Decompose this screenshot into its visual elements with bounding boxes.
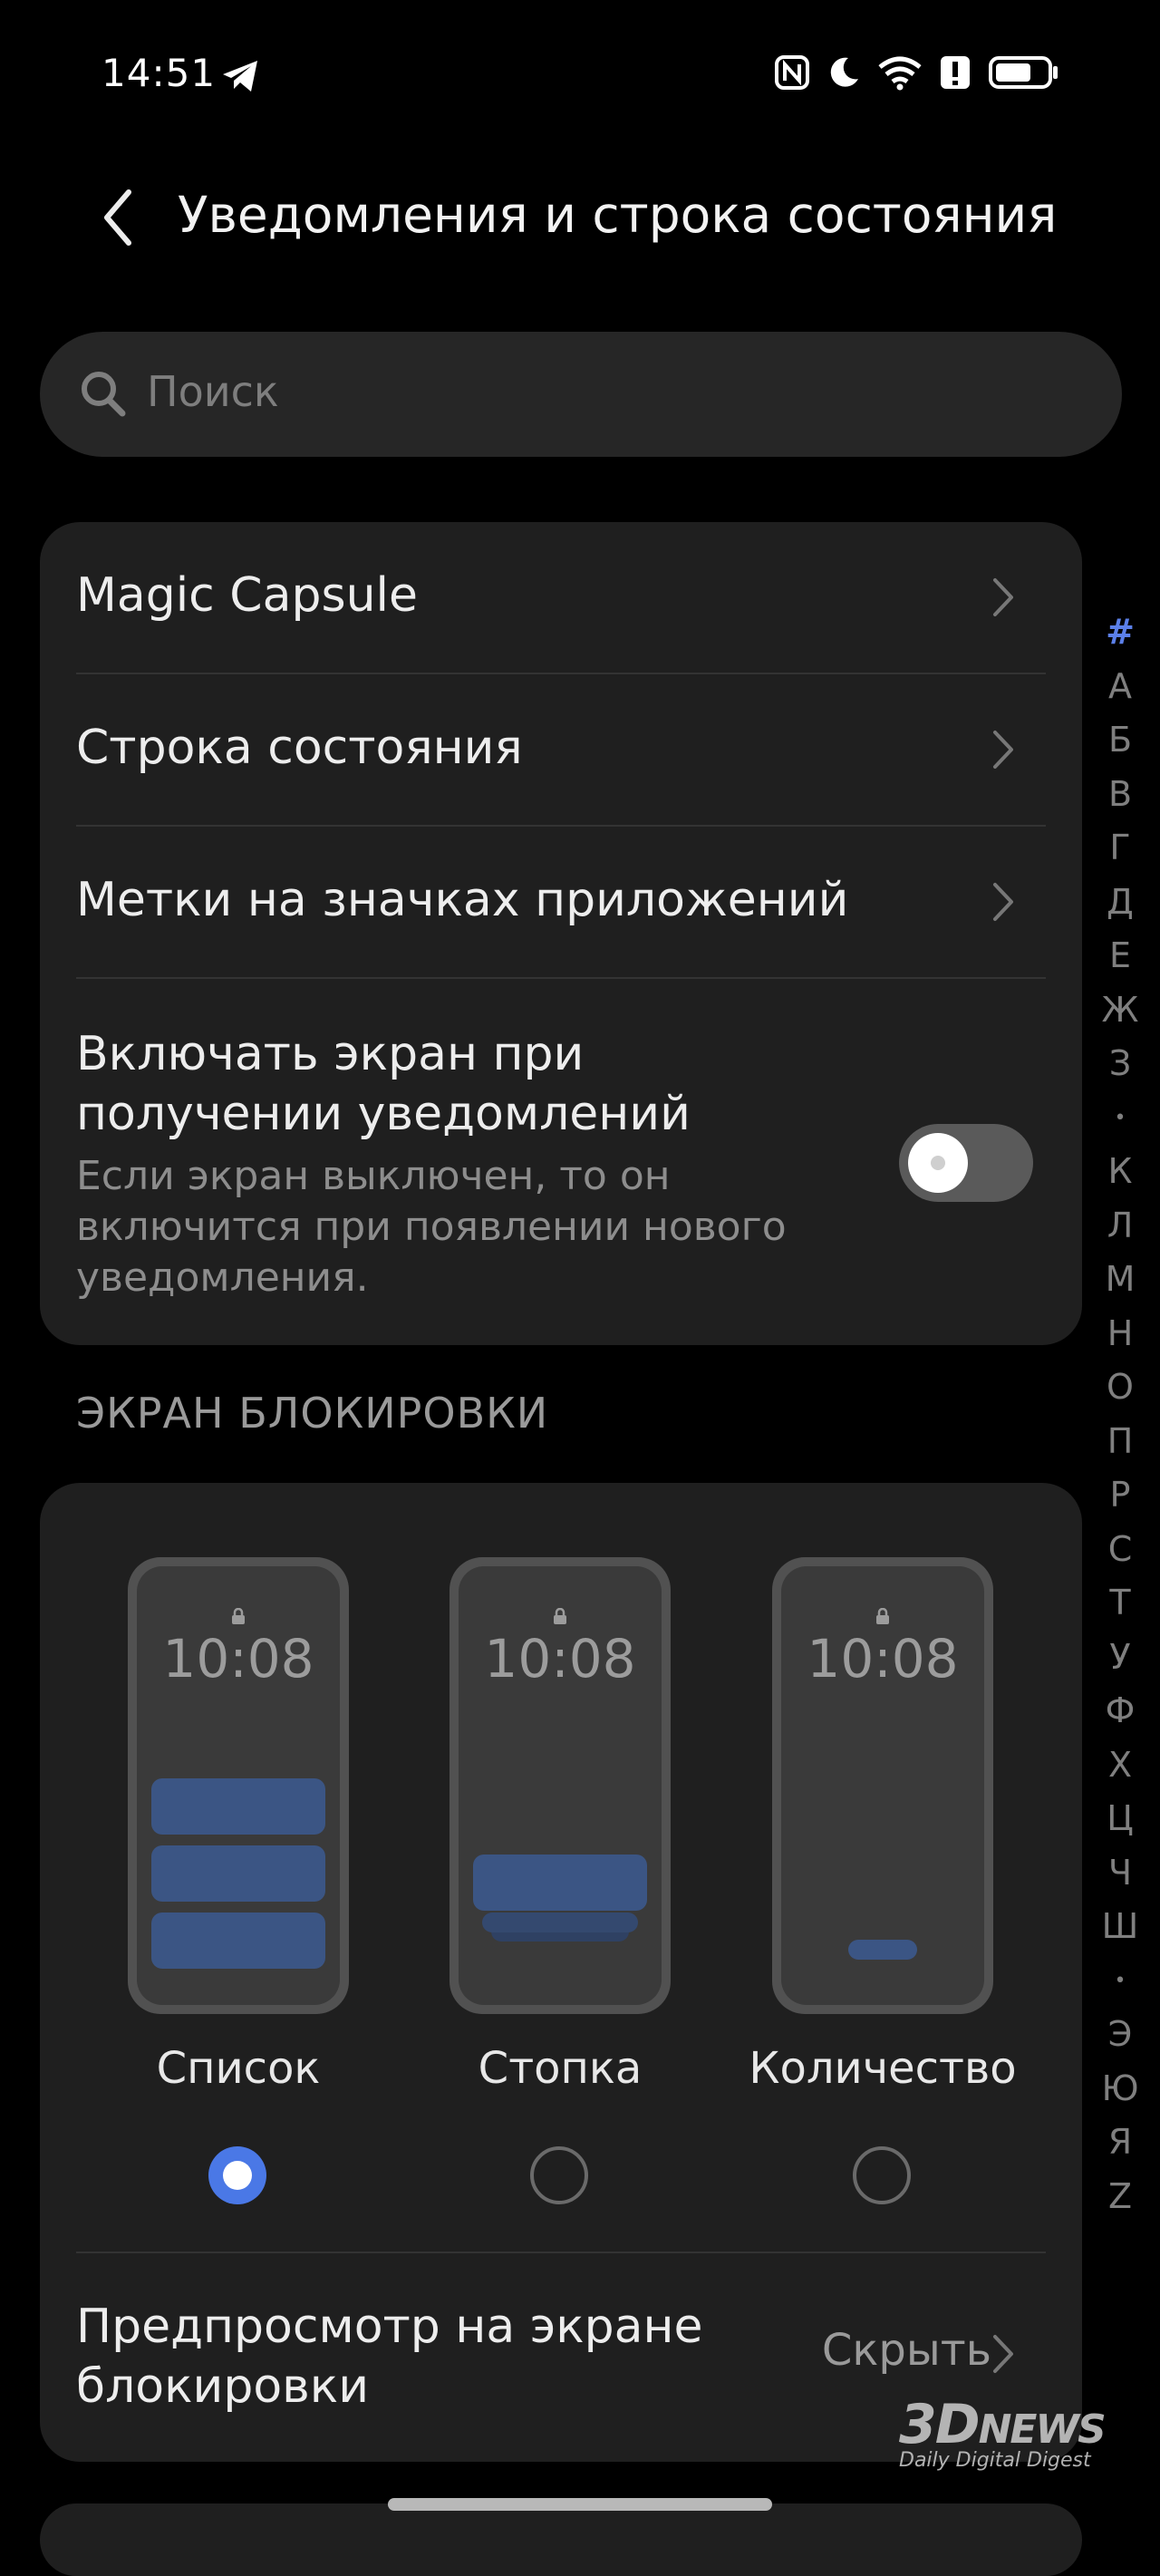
lock-screen-preview-value[interactable]: Скрыть — [822, 2325, 991, 2376]
index-letter[interactable]: Г — [1095, 821, 1146, 876]
lock-icon — [232, 1608, 245, 1624]
preview-time: 10:08 — [807, 1628, 959, 1690]
index-letter[interactable]: В — [1095, 768, 1146, 822]
watermark-suffix: NEWS — [978, 2407, 1107, 2453]
notification-card — [151, 1778, 325, 1835]
preview-time: 10:08 — [484, 1628, 636, 1690]
stack-style-preview[interactable]: 10:08 — [450, 1557, 671, 2014]
index-letter[interactable]: Т — [1095, 1576, 1146, 1631]
home-indicator[interactable] — [388, 2498, 772, 2511]
chevron-right-icon — [991, 881, 1015, 926]
radio-stack[interactable] — [530, 2146, 588, 2204]
index-letter[interactable]: У — [1095, 1631, 1146, 1685]
index-letter[interactable]: Э — [1095, 2008, 1146, 2062]
notification-card — [473, 1855, 647, 1911]
index-letter[interactable]: Л — [1095, 1199, 1146, 1254]
divider — [76, 673, 1046, 674]
index-letter[interactable]: Ш — [1095, 1900, 1146, 1954]
watermark-tagline: Daily Digital Digest — [899, 2449, 1091, 2472]
alphabet-index[interactable]: # А Б В Г Д Е Ж З • К Л М Н О П Р С Т У … — [1095, 605, 1146, 2223]
chevron-right-icon — [991, 576, 1015, 622]
index-letter[interactable]: Ж — [1095, 983, 1146, 1038]
divider — [76, 977, 1046, 979]
index-letter[interactable]: З — [1095, 1037, 1146, 1091]
option-label-count[interactable]: Количество — [720, 2043, 1046, 2094]
divider — [76, 825, 1046, 827]
index-letter[interactable]: Р — [1095, 1468, 1146, 1523]
next-settings-card — [40, 2503, 1082, 2576]
chevron-left-icon — [104, 189, 131, 246]
index-letter[interactable]: Е — [1095, 929, 1146, 983]
alert-icon — [939, 54, 972, 91]
nfc-icon — [774, 54, 810, 91]
preview-time: 10:08 — [162, 1628, 314, 1690]
battery-icon — [988, 54, 1060, 91]
index-letter[interactable]: А — [1095, 660, 1146, 714]
wifi-icon — [877, 54, 923, 91]
option-label-list[interactable]: Список — [75, 2043, 401, 2094]
telegram-icon — [221, 58, 261, 98]
lock-icon — [876, 1608, 889, 1624]
status-bar-item[interactable]: Строка состояния — [76, 721, 523, 775]
index-letter[interactable]: Ю — [1095, 2062, 1146, 2116]
notification-card — [151, 1845, 325, 1902]
divider — [76, 2252, 1046, 2253]
index-letter[interactable]: М — [1095, 1253, 1146, 1307]
radio-list[interactable] — [208, 2146, 266, 2204]
status-icons — [774, 54, 1060, 91]
status-time: 14:51 — [102, 51, 217, 95]
lock-icon — [554, 1608, 566, 1624]
index-letter[interactable]: Д — [1095, 876, 1146, 930]
index-dot[interactable]: • — [1095, 1091, 1146, 1146]
page-title: Уведомления и строка состояния — [178, 186, 1058, 244]
index-letter[interactable]: Ч — [1095, 1846, 1146, 1901]
toggle-knob — [908, 1133, 968, 1193]
index-letter[interactable]: Я — [1095, 2116, 1146, 2170]
notification-card — [151, 1913, 325, 1969]
lock-screen-preview-item[interactable]: Предпросмотр на экране блокировки — [76, 2297, 729, 2416]
index-letter[interactable]: Н — [1095, 1307, 1146, 1361]
index-letter[interactable]: Ф — [1095, 1684, 1146, 1738]
search-input[interactable]: Поиск — [147, 367, 279, 416]
chevron-right-icon — [991, 729, 1015, 774]
search-icon — [80, 370, 127, 422]
radio-count[interactable] — [853, 2146, 911, 2204]
stack-layer — [482, 1913, 638, 1932]
back-button[interactable] — [91, 181, 145, 254]
index-letter[interactable]: Х — [1095, 1738, 1146, 1793]
magic-capsule-item[interactable]: Magic Capsule — [76, 568, 418, 623]
chevron-right-icon — [991, 2333, 1015, 2378]
lock-screen-section-title: ЭКРАН БЛОКИРОВКИ — [76, 1389, 549, 1438]
index-letter[interactable]: # — [1095, 605, 1146, 660]
index-dot[interactable]: • — [1095, 1954, 1146, 2009]
index-letter[interactable]: С — [1095, 1523, 1146, 1577]
moon-icon — [826, 55, 861, 90]
3dnews-watermark: 3DNEWS Daily Digital Digest — [899, 2393, 1107, 2472]
wake-screen-title: Включать экран при получении уведомлений — [76, 1027, 691, 1141]
index-letter[interactable]: Б — [1095, 713, 1146, 768]
index-letter[interactable]: Ц — [1095, 1792, 1146, 1846]
index-letter[interactable]: К — [1095, 1145, 1146, 1199]
index-letter[interactable]: О — [1095, 1361, 1146, 1415]
list-style-preview[interactable]: 10:08 — [128, 1557, 349, 2014]
wake-screen-toggle[interactable] — [899, 1124, 1033, 1202]
count-style-preview[interactable]: 10:08 — [772, 1557, 993, 2014]
index-letter[interactable]: Z — [1095, 2170, 1146, 2224]
option-label-stack[interactable]: Стопка — [397, 2043, 723, 2094]
index-letter[interactable]: П — [1095, 1415, 1146, 1469]
watermark-prefix: 3D — [899, 2393, 981, 2456]
app-badges-item[interactable]: Метки на значках приложений — [76, 873, 848, 927]
notification-count-pill — [848, 1940, 917, 1960]
wake-screen-description: Если экран выключен, то он включится при… — [76, 1153, 787, 1301]
